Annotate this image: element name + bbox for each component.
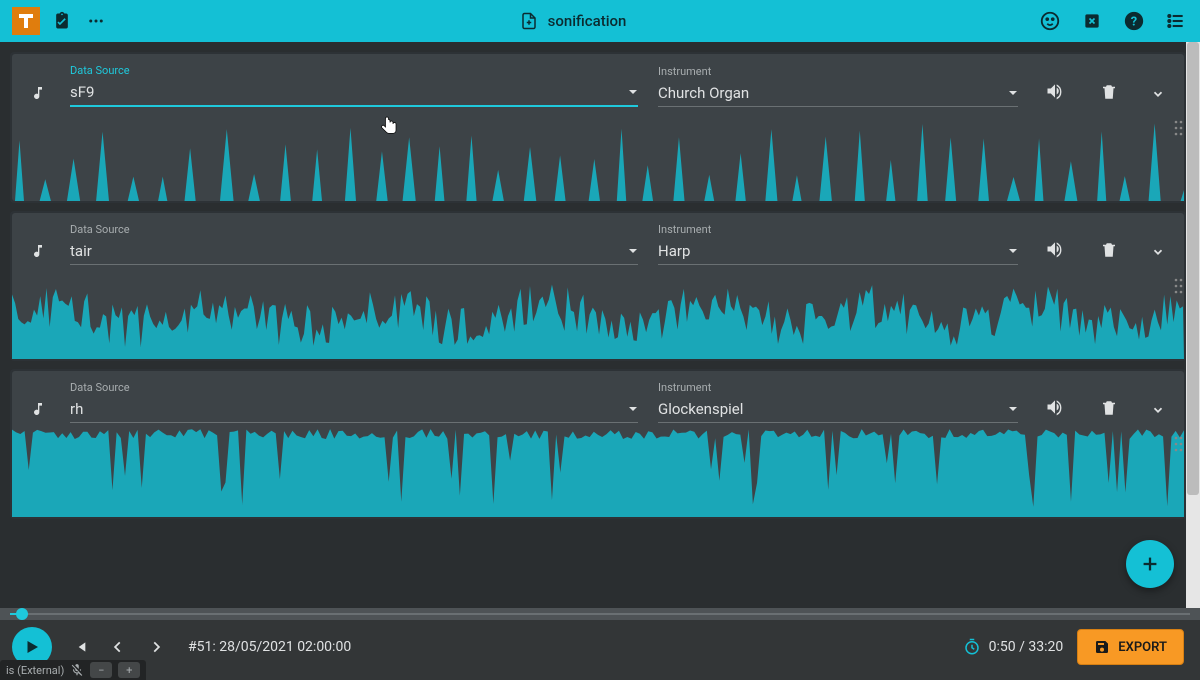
frame-label: #51: 28/05/2021 02:00:00 — [188, 639, 351, 655]
tracks-container: Data Source sF9 Instrument Church Organ — [0, 42, 1186, 608]
help-icon[interactable]: ? — [1122, 9, 1146, 33]
next-button[interactable] — [140, 631, 172, 663]
track-row: Data Source rh Instrument Glockenspiel — [10, 369, 1186, 519]
playhead[interactable] — [16, 608, 28, 620]
time-text: 0:50 / 33:20 — [989, 639, 1064, 655]
status-strip: is (External) − + — [0, 660, 146, 680]
instrument-label: Instrument — [658, 223, 1018, 236]
data-source-select[interactable]: tair — [70, 238, 638, 265]
data-source-label: Data Source — [70, 64, 638, 77]
data-source-label: Data Source — [70, 223, 638, 236]
instrument-select[interactable]: Church Organ — [658, 80, 1018, 107]
chevron-down-icon — [1008, 404, 1018, 414]
music-note-icon — [26, 85, 50, 107]
clipboard-icon[interactable] — [50, 9, 74, 33]
more-icon[interactable] — [84, 9, 108, 33]
instrument-label: Instrument — [658, 65, 1018, 78]
instrument-value: Harp — [658, 242, 690, 260]
chevron-down-icon — [1008, 88, 1018, 98]
zoom-out-button[interactable]: − — [90, 662, 112, 678]
scrollbar-thumb[interactable] — [1187, 42, 1199, 495]
export-button[interactable]: EXPORT — [1077, 629, 1184, 665]
time-display: 0:50 / 33:20 — [963, 638, 1064, 656]
list-icon[interactable] — [1164, 9, 1188, 33]
data-source-value: tair — [70, 242, 92, 260]
save-icon — [1094, 639, 1110, 655]
app-logo-icon[interactable] — [12, 7, 40, 35]
drag-handle-icon[interactable] — [1174, 435, 1186, 453]
zoom-in-button[interactable]: + — [118, 662, 140, 678]
svg-text:?: ? — [1131, 15, 1137, 30]
music-note-icon — [26, 243, 50, 265]
transport-bar: #51: 28/05/2021 02:00:00 0:50 / 33:20 EX… — [0, 620, 1200, 680]
chevron-down-icon — [628, 246, 638, 256]
expand-track-icon[interactable] — [1146, 245, 1170, 265]
prev-button[interactable] — [102, 631, 134, 663]
waveform — [12, 113, 1184, 201]
file-add-icon — [520, 12, 538, 30]
volume-icon[interactable] — [1038, 239, 1072, 265]
instrument-select[interactable]: Harp — [658, 238, 1018, 265]
music-note-icon — [26, 401, 50, 423]
instrument-value: Church Organ — [658, 84, 749, 102]
chevron-down-icon — [1008, 246, 1018, 256]
volume-icon[interactable] — [1038, 81, 1072, 107]
track-row: Data Source tair Instrument Harp — [10, 211, 1186, 361]
add-track-button[interactable] — [1126, 540, 1174, 588]
face-icon[interactable] — [1038, 9, 1062, 33]
chevron-down-icon — [628, 404, 638, 414]
chevron-down-icon — [628, 87, 638, 97]
delete-track-icon[interactable] — [1092, 241, 1126, 265]
drag-handle-icon[interactable] — [1174, 277, 1186, 295]
delete-box-icon[interactable] — [1080, 9, 1104, 33]
volume-icon[interactable] — [1038, 397, 1072, 423]
timer-icon — [963, 638, 981, 656]
data-source-select[interactable]: sF9 — [70, 79, 638, 107]
delete-track-icon[interactable] — [1092, 399, 1126, 423]
project-title: sonification — [548, 12, 627, 30]
scrollbar[interactable] — [1186, 42, 1200, 608]
track-row: Data Source sF9 Instrument Church Organ — [10, 52, 1186, 203]
waveform — [12, 271, 1184, 359]
export-label: EXPORT — [1118, 640, 1167, 655]
delete-track-icon[interactable] — [1092, 83, 1126, 107]
timeline-bar[interactable] — [0, 608, 1200, 620]
top-bar: sonification ? — [0, 0, 1200, 42]
data-source-label: Data Source — [70, 381, 638, 394]
project-title-area: sonification — [118, 12, 1028, 30]
mic-off-icon[interactable] — [70, 663, 84, 677]
instrument-label: Instrument — [658, 381, 1018, 394]
instrument-value: Glockenspiel — [658, 400, 743, 418]
instrument-select[interactable]: Glockenspiel — [658, 396, 1018, 423]
data-source-value: rh — [70, 400, 83, 418]
data-source-value: sF9 — [70, 83, 94, 101]
expand-track-icon[interactable] — [1146, 87, 1170, 107]
expand-track-icon[interactable] — [1146, 403, 1170, 423]
skip-start-button[interactable] — [64, 631, 96, 663]
data-source-select[interactable]: rh — [70, 396, 638, 423]
main-area: Data Source sF9 Instrument Church Organ — [0, 42, 1200, 608]
waveform — [12, 429, 1184, 517]
drag-handle-icon[interactable] — [1174, 119, 1186, 137]
status-text: is (External) — [6, 664, 64, 677]
